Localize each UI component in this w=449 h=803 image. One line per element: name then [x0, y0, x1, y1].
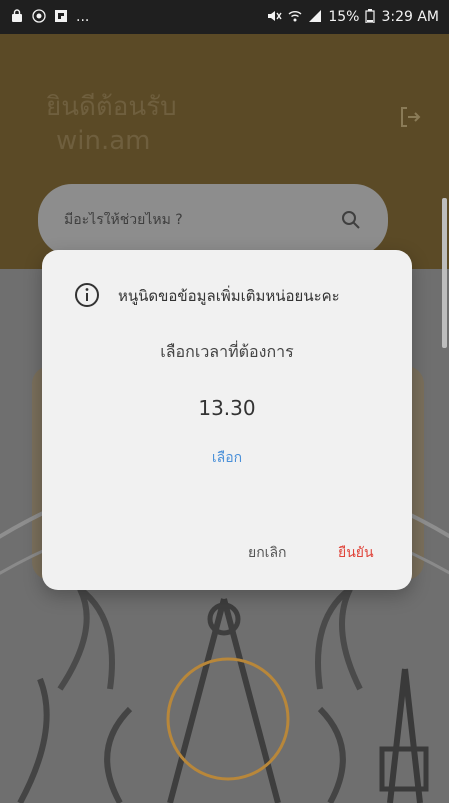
notification-overflow: ... — [76, 9, 90, 25]
scrollbar[interactable] — [442, 198, 447, 348]
time-selection-dialog: หนูนิดขอข้อมูลเพิ่มเติมหน่อยนะคะ เลือกเว… — [42, 250, 412, 590]
flipboard-icon — [54, 9, 68, 26]
confirm-button[interactable]: ยืนยัน — [338, 542, 374, 564]
status-bar: ... 15% 3:29 AM — [0, 0, 449, 34]
welcome-username: win.am — [56, 126, 151, 156]
search-bar[interactable] — [38, 184, 388, 256]
dialog-message: หนูนิดขอข้อมูลเพิ่มเติมหน่อยนะคะ — [118, 287, 340, 305]
search-input[interactable] — [64, 212, 340, 228]
dialog-subtitle: เลือกเวลาที่ต้องการ — [160, 342, 294, 361]
mute-icon — [266, 9, 282, 26]
battery-percent: 15% — [328, 9, 360, 25]
target-icon — [32, 8, 46, 26]
search-icon[interactable] — [340, 209, 362, 231]
cancel-button[interactable]: ยกเลิก — [248, 542, 287, 564]
battery-icon — [365, 8, 376, 26]
signal-icon — [308, 9, 322, 26]
status-time: 3:29 AM — [381, 9, 439, 25]
selected-time: 13.30 — [198, 396, 256, 420]
logout-icon — [397, 104, 423, 136]
info-icon — [74, 282, 100, 308]
logout-button[interactable] — [392, 102, 428, 138]
wifi-icon — [288, 9, 302, 26]
welcome-title: ยินดีต้อนรับ — [46, 92, 177, 122]
shopping-bag-icon — [10, 8, 24, 26]
select-time-link[interactable]: เลือก — [42, 447, 412, 469]
